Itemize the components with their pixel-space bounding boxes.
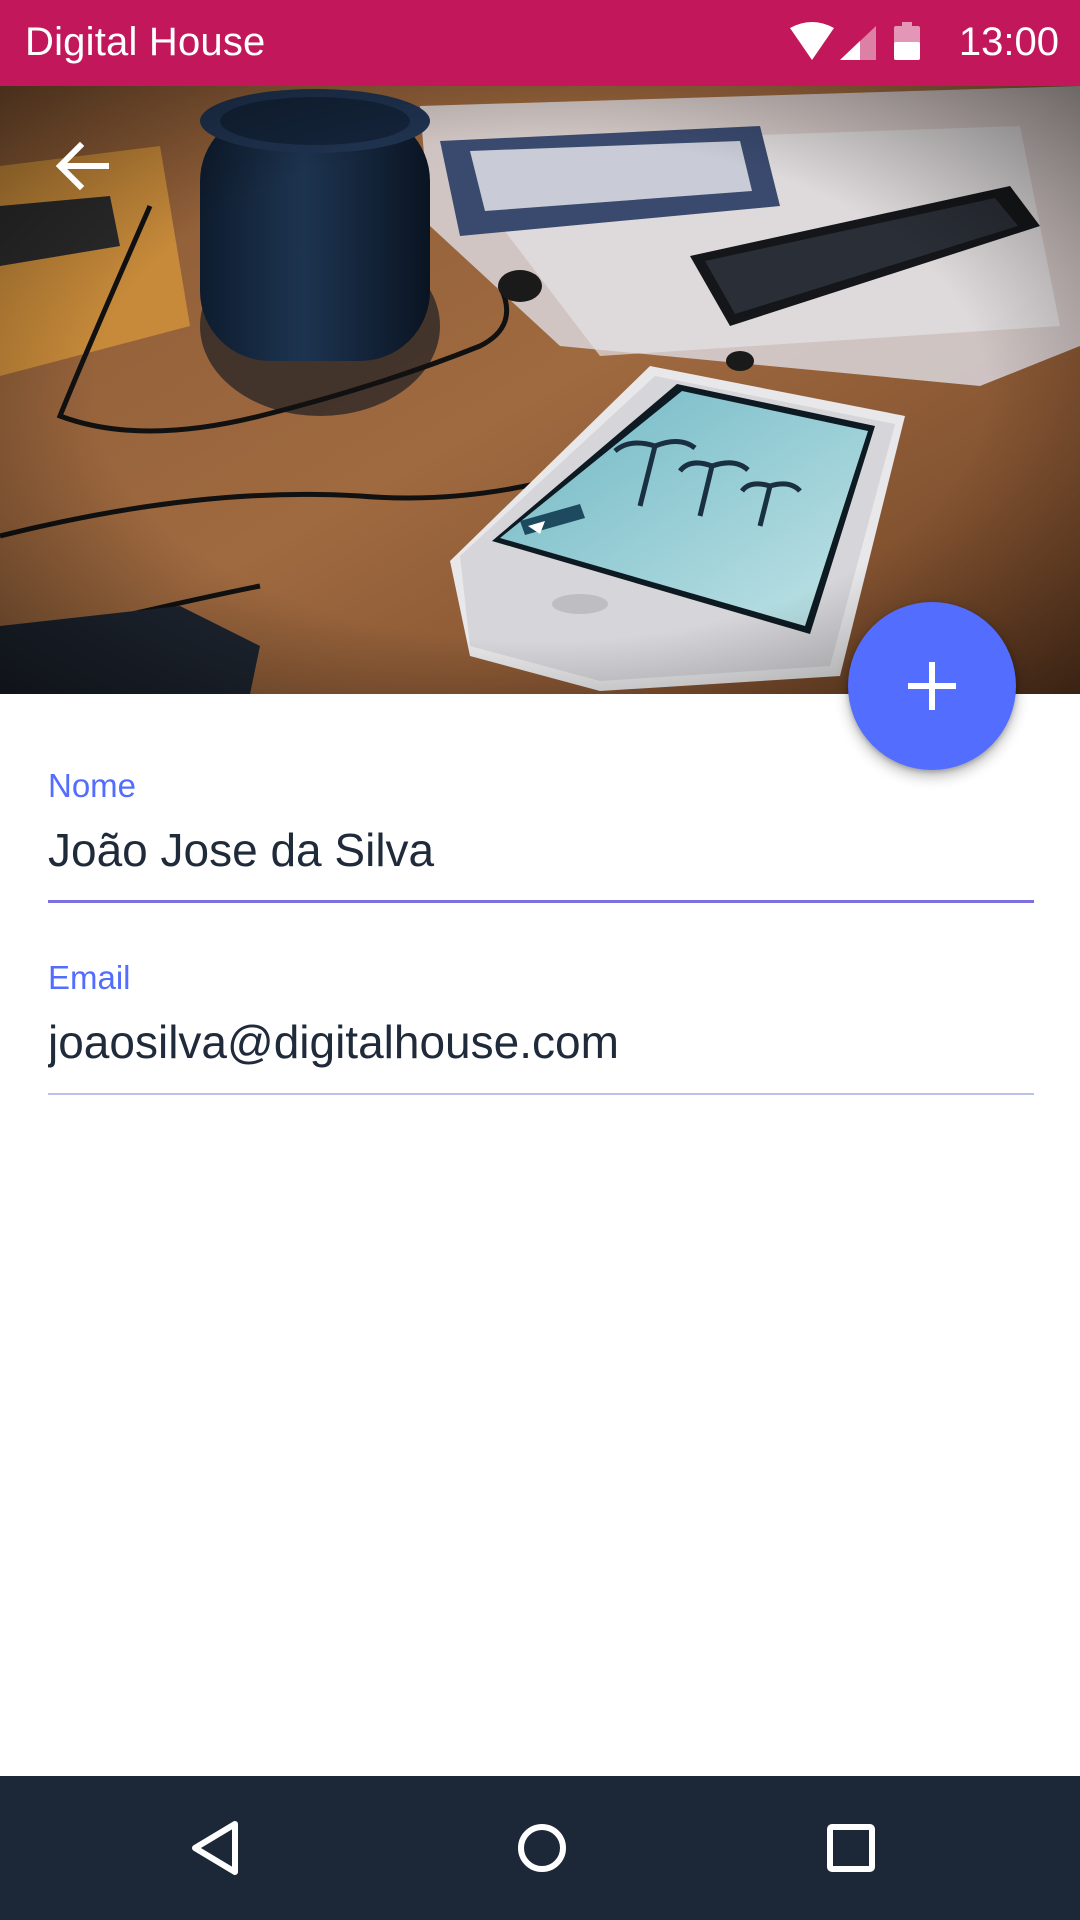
signal-icon [840,26,876,60]
nav-back-icon [192,1821,238,1875]
nav-recents-icon [827,1824,875,1872]
status-bar: Digital House 13:00 [0,0,1080,86]
plus-icon [908,662,956,710]
email-input[interactable] [48,1008,1034,1076]
battery-icon [894,22,920,60]
clock: 13:00 [958,20,1059,64]
email-label: Email [48,959,131,996]
name-input[interactable] [48,816,1034,884]
email-underline [48,1093,1034,1095]
app-title: Digital House [25,20,266,64]
nav-home-button[interactable] [506,1812,578,1884]
name-underline [48,900,1034,903]
nav-home-icon [518,1824,566,1872]
nav-back-button[interactable] [180,1812,252,1884]
add-fab-button[interactable] [848,602,1016,770]
name-field: Nome [48,766,1034,906]
navigation-bar [0,1776,1080,1920]
email-field: Email [48,958,1034,1098]
arrow-back-icon [55,141,109,191]
wifi-icon [790,22,834,60]
name-label: Nome [48,767,137,804]
nav-recents-button[interactable] [815,1812,887,1884]
back-button[interactable] [46,130,118,202]
